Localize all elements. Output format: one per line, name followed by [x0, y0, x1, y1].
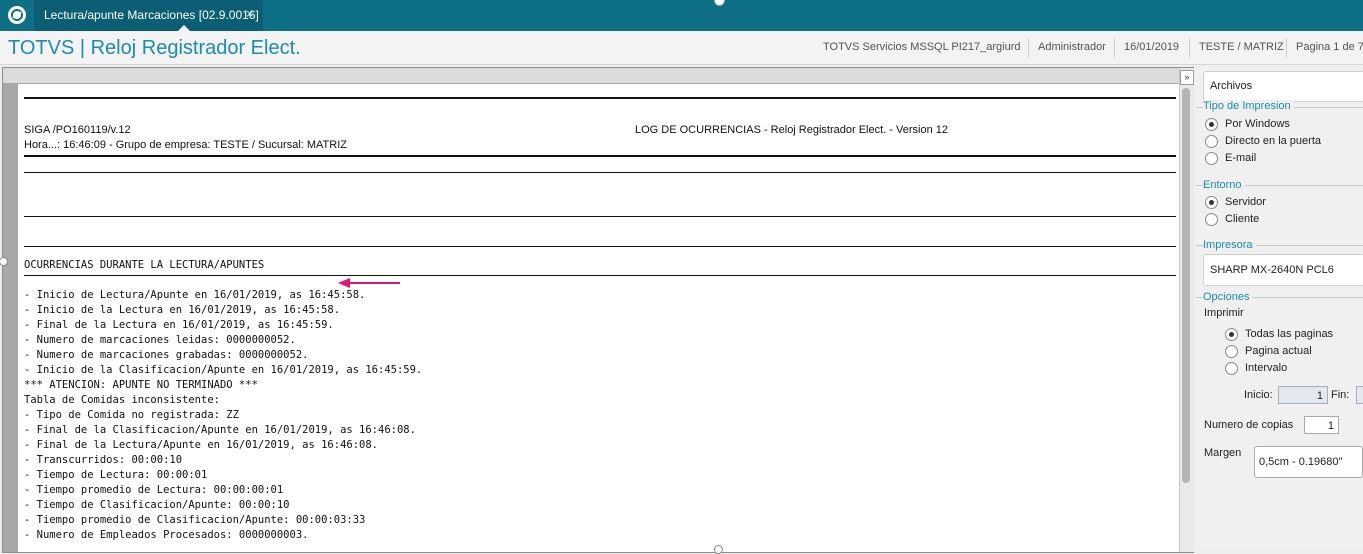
inicio-field[interactable]: 1 — [1278, 386, 1328, 404]
printer-value: SHARP MX-2640N PCL6 — [1210, 264, 1334, 276]
app-header: TOTVS | Reloj Registrador Elect. TOTVS S… — [0, 31, 1363, 65]
report-section-title: OCURRENCIAS DURANTE LA LECTURA/APUNTES — [24, 259, 265, 271]
inicio-label: Inicio: — [1244, 389, 1273, 401]
radio-servidor[interactable] — [1205, 196, 1218, 209]
divider — [24, 216, 1176, 217]
top-bar: Lectura/apunte Marcaciones [02.9.0016] × — [0, 0, 1363, 31]
radio-pagina-actual[interactable] — [1225, 345, 1238, 358]
resize-handle-bottom[interactable] — [714, 545, 723, 554]
divider — [24, 172, 1176, 173]
impresora-legend: Impresora — [1203, 239, 1256, 251]
opciones-legend: Opciones — [1203, 291, 1253, 303]
radio-label[interactable]: Cliente — [1225, 213, 1259, 225]
radio-label[interactable]: Directo en la puerta — [1225, 135, 1321, 147]
radio-label[interactable]: Servidor — [1225, 196, 1266, 208]
tab-lectura-apunte[interactable]: Lectura/apunte Marcaciones [02.9.0016] × — [34, 0, 263, 31]
fin-field[interactable] — [1356, 386, 1363, 404]
annotation-arrow-icon — [338, 278, 400, 288]
radio-cliente[interactable] — [1205, 213, 1218, 226]
close-icon[interactable]: × — [246, 6, 254, 21]
log-line: - Numero de marcaciones leidas: 00000000… — [24, 334, 296, 346]
margen-field[interactable]: 0,5cm - 0.19680" — [1254, 446, 1363, 478]
log-line: - Final de la Lectura/Apunte en 16/01/20… — [24, 439, 379, 451]
page-indicator: Pagina 1 de 7 — [1296, 41, 1363, 53]
log-line: - Inicio de Lectura/Apunte en 16/01/2019… — [24, 289, 366, 301]
log-line: *** ATENCION: APUNTE NO TERMINADO *** — [24, 379, 258, 391]
divider — [24, 155, 1176, 157]
report-log-title: LOG DE OCURRENCIAS - Reloj Registrador E… — [635, 124, 948, 136]
log-line: Tabla de Comidas inconsistente: — [24, 394, 220, 406]
report-time-line: Hora...: 16:46:09 - Grupo de empresa: TE… — [24, 139, 347, 151]
log-line: - Inicio de la Clasificacion/Apunte en 1… — [24, 364, 423, 376]
radio-label[interactable]: E-mail — [1225, 152, 1256, 164]
log-line: - Tiempo de Lectura: 00:00:01 — [24, 469, 208, 481]
environment-info: TOTVS Servicios MSSQL PI217_argiurd — [823, 41, 1021, 53]
viewer-toolbar — [3, 68, 1179, 83]
archivos-box[interactable]: Archivos — [1203, 71, 1363, 102]
radio-label[interactable]: Todas las paginas — [1245, 328, 1333, 340]
copias-label: Numero de copias — [1204, 419, 1294, 431]
divider — [1286, 38, 1287, 58]
radio-todas-paginas[interactable] — [1225, 328, 1238, 341]
radio-label[interactable]: Por Windows — [1225, 118, 1290, 130]
tipo-impresion-legend: Tipo de Impresion — [1203, 100, 1294, 112]
log-line: - Numero de Empleados Procesados: 000000… — [24, 529, 309, 541]
expand-panel-icon[interactable]: » — [1180, 70, 1194, 85]
entorno-legend: Entorno — [1203, 179, 1245, 191]
margen-label: Margen — [1204, 447, 1242, 459]
log-line: - Final de la Clasificacion/Apunte en 16… — [24, 424, 416, 436]
divider — [24, 275, 1176, 276]
totvs-logo-icon[interactable] — [8, 6, 26, 24]
log-line: - Inicio de la Lectura en 16/01/2019, as… — [24, 304, 341, 316]
radio-label[interactable]: Pagina actual — [1245, 345, 1312, 357]
log-line: - Transcurridos: 00:00:10 — [24, 454, 183, 466]
radio-label[interactable]: Intervalo — [1245, 362, 1287, 374]
scrollbar-thumb[interactable] — [1182, 88, 1190, 483]
divider — [24, 97, 1176, 99]
radio-email[interactable] — [1205, 152, 1218, 165]
date-info: 16/01/2019 — [1124, 41, 1180, 53]
divider — [1189, 38, 1190, 58]
report-program: SIGA /PO160119/v.12 — [24, 124, 131, 136]
imprimir-label: Imprimir — [1204, 307, 1244, 319]
report-page: SIGA /PO160119/v.12 LOG DE OCURRENCIAS -… — [18, 84, 1179, 552]
user-info: Administrador — [1038, 41, 1106, 53]
radio-por-windows[interactable] — [1205, 118, 1218, 131]
log-line: - Numero de marcaciones grabadas: 000000… — [24, 349, 309, 361]
fin-label: Fin: — [1331, 389, 1350, 401]
copias-field[interactable]: 1 — [1304, 416, 1339, 434]
divider — [1114, 38, 1115, 58]
radio-directo-puerta[interactable] — [1205, 135, 1218, 148]
log-line: - Tiempo promedio de Lectura: 00:00:00:0… — [24, 484, 284, 496]
page-title: TOTVS | Reloj Registrador Elect. — [8, 37, 301, 59]
tab-title: Lectura/apunte Marcaciones [02.9.0016] — [44, 8, 259, 22]
log-line: - Tipo de Comida no registrada: ZZ — [24, 409, 239, 421]
archivos-label: Archivos — [1210, 80, 1253, 92]
company-info: TESTE / MATRIZ — [1199, 41, 1284, 53]
log-line: - Tiempo de Clasificacion/Apunte: 00:00:… — [24, 499, 290, 511]
resize-handle-top[interactable] — [714, 0, 725, 6]
printer-select[interactable]: SHARP MX-2640N PCL6 — [1203, 254, 1363, 286]
divider — [24, 246, 1176, 247]
divider — [1028, 38, 1029, 58]
radio-intervalo[interactable] — [1225, 362, 1238, 375]
log-line: - Final de la Lectura en 16/01/2019, as … — [24, 319, 334, 331]
log-line: - Tiempo promedio de Clasificacion/Apunt… — [24, 514, 366, 526]
report-viewer: » SIGA /PO160119/v.12 LOG DE OCURRENCIAS… — [2, 67, 1194, 553]
